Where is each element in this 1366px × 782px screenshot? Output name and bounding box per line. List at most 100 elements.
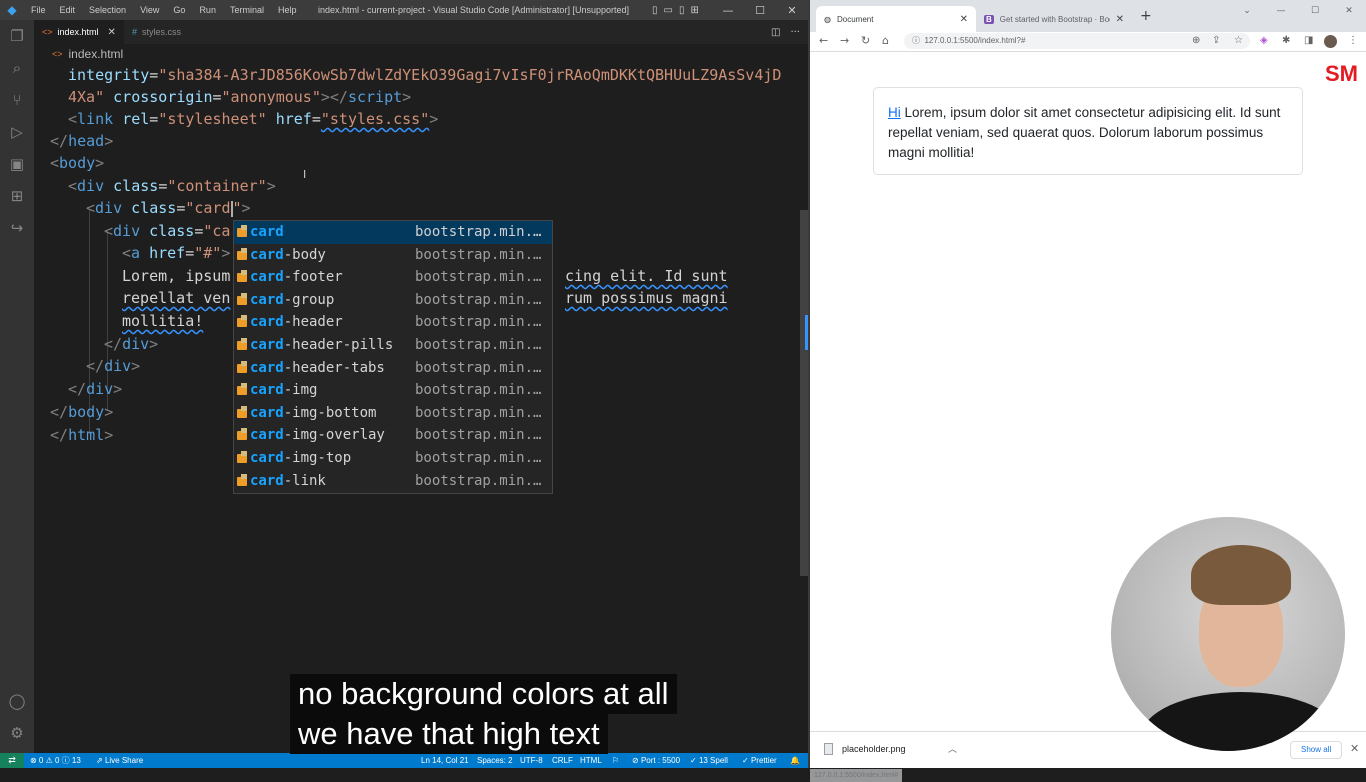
minimize-icon[interactable]: — (1264, 0, 1298, 22)
zoom-icon[interactable]: ⊕ (1192, 35, 1200, 46)
suggestion-rest: -footer (283, 269, 343, 286)
css-class-icon (237, 337, 247, 350)
suggestion-item[interactable]: card-img-overlay bootstrap.min.c... (234, 424, 552, 447)
globe-icon: ◍ (824, 14, 831, 24)
toggle-panel-icon[interactable]: ▭ (664, 5, 673, 16)
home-icon[interactable]: ⌂ (882, 34, 889, 47)
download-filename[interactable]: placeholder.png (842, 744, 906, 754)
suggestion-rest: -group (283, 291, 335, 308)
extension-icon[interactable]: ◈ (1260, 35, 1268, 46)
settings-gear-icon[interactable]: ⚙ (0, 717, 34, 749)
side-panel-icon[interactable]: ◨ (1304, 35, 1313, 46)
breadcrumb-file[interactable]: index.html (69, 47, 124, 61)
css-file-icon: # (131, 27, 137, 37)
suggestion-item[interactable]: card-img bootstrap.min.css (234, 379, 552, 402)
suggestion-label: card-img-top (250, 447, 351, 470)
close-window-icon[interactable]: ✕ (776, 0, 808, 20)
suggestion-item[interactable]: card bootstrap.min.css (234, 221, 552, 244)
scrollbar-thumb[interactable] (800, 210, 808, 576)
suggestion-item[interactable]: card-img-top bootstrap.min.css (234, 447, 552, 470)
share-icon[interactable]: ⇪ (1212, 35, 1220, 46)
extensions-icon[interactable]: ⊞ (0, 180, 34, 212)
live-server-status[interactable]: ⊘ Port : 5500 (632, 753, 680, 768)
search-icon[interactable]: ⌕ (0, 52, 34, 84)
explorer-icon[interactable]: ❐ (0, 20, 34, 52)
suggestion-item[interactable]: card-footer bootstrap.min.css (234, 266, 552, 289)
more-actions-icon[interactable]: ··· (790, 27, 800, 38)
split-editor-icon[interactable]: ◫ (771, 27, 780, 38)
customize-layout-icon[interactable]: ⊞ (690, 5, 698, 16)
tab-search-icon[interactable]: ⌄ (1230, 0, 1264, 22)
cursor-position[interactable]: Ln 14, Col 21 (421, 753, 469, 768)
suggestion-item[interactable]: card-header-tabs bootstrap.min.c... (234, 357, 552, 380)
extensions-puzzle-icon[interactable]: ✱ (1282, 35, 1290, 46)
close-window-icon[interactable]: ✕ (1332, 0, 1366, 22)
menu-terminal[interactable]: Terminal (223, 5, 271, 15)
menu-view[interactable]: View (133, 5, 166, 15)
menu-edit[interactable]: Edit (53, 5, 83, 15)
language-status[interactable]: HTML (580, 753, 602, 768)
suggestion-match: card (250, 314, 284, 331)
vscode-logo-icon[interactable]: ◆ (0, 0, 24, 20)
remote-explorer-icon[interactable]: ▣ (0, 148, 34, 180)
remote-indicator-icon[interactable]: ⇄ (0, 753, 24, 768)
suggestion-item[interactable]: card-group bootstrap.min.css (234, 289, 552, 312)
browser-tab-bootstrap[interactable]: B Get started with Bootstrap · Boo ✕ (976, 6, 1132, 32)
minimize-icon[interactable]: — (712, 0, 744, 20)
suggestion-item[interactable]: card-header-pills bootstrap.min... (234, 334, 552, 357)
encoding-status[interactable]: UTF-8 (520, 753, 543, 768)
chevron-up-icon[interactable]: ︿ (948, 742, 957, 755)
suggestion-rest: -img-overlay (283, 427, 385, 444)
reload-icon[interactable]: ↻ (861, 34, 870, 47)
live-share-status[interactable]: ⇗ Live Share (96, 753, 143, 768)
autocomplete-popup[interactable]: card bootstrap.min.css card-body bootstrap.… (233, 220, 553, 494)
eol-status[interactable]: CRLF (552, 753, 573, 768)
tab-styles-css[interactable]: # styles.css (124, 20, 189, 44)
indentation-status[interactable]: Spaces: 2 (477, 753, 513, 768)
suggestion-item[interactable]: card-body bootstrap.min.css (234, 244, 552, 267)
browser-menu-icon[interactable]: ⋮ (1348, 35, 1358, 46)
window-title: index.html - current-project - Visual St… (318, 5, 629, 15)
feedback-icon[interactable]: ⚐ (612, 753, 619, 768)
back-icon[interactable]: ← (819, 34, 828, 47)
menu-file[interactable]: File (24, 5, 53, 15)
problems-status[interactable]: ⊗ 0 ⚠ 0 ⓘ 13 (30, 753, 81, 768)
prettier-status[interactable]: ✓ Prettier (742, 753, 777, 768)
bookmark-star-icon[interactable]: ☆ (1234, 35, 1243, 46)
close-download-bar-icon[interactable]: ✕ (1350, 742, 1359, 755)
close-tab-icon[interactable]: ✕ (1116, 14, 1124, 25)
suggestion-item[interactable]: card-img-bottom bootstrap.min.css (234, 402, 552, 425)
browser-tab-document[interactable]: ◍ Document ✕ (816, 6, 976, 32)
close-tab-icon[interactable]: ✕ (960, 14, 968, 25)
toggle-secondary-sidebar-icon[interactable]: ▯ (679, 5, 685, 16)
toggle-sidebar-icon[interactable]: ▯ (652, 5, 658, 16)
suggestion-detail: bootstrap.min.css (415, 449, 548, 466)
menu-help[interactable]: Help (271, 5, 304, 15)
maximize-icon[interactable]: ☐ (744, 0, 776, 20)
menu-selection[interactable]: Selection (82, 5, 133, 15)
suggestion-match: card (250, 472, 284, 489)
new-tab-icon[interactable]: + (1140, 8, 1152, 24)
suggestion-label: card-group (250, 289, 334, 312)
profile-avatar[interactable] (1324, 35, 1337, 48)
live-share-icon[interactable]: ↪ (0, 212, 34, 244)
suggestion-rest: -img (283, 382, 318, 399)
spell-status[interactable]: ✓ 13 Spell (690, 753, 728, 768)
close-tab-icon[interactable]: ✕ (108, 27, 116, 38)
suggestion-match: card (250, 449, 284, 466)
tab-index-html[interactable]: <> index.html ✕ (34, 20, 124, 44)
notifications-bell-icon[interactable]: 🔔 (790, 753, 800, 768)
maximize-icon[interactable]: ☐ (1298, 0, 1332, 22)
menu-run[interactable]: Run (192, 5, 223, 15)
suggestion-item[interactable]: card-link bootstrap.min.css (234, 470, 552, 493)
card-text: Lorem, ipsum dolor sit amet consectetur … (888, 105, 1281, 160)
card-link[interactable]: Hi (888, 105, 901, 120)
code-line: <div class="container"> (68, 177, 276, 195)
suggestion-item[interactable]: card-header bootstrap.min.css (234, 311, 552, 334)
menu-go[interactable]: Go (166, 5, 192, 15)
source-control-icon[interactable]: ⑂ (0, 84, 34, 116)
run-debug-icon[interactable]: ▷ (0, 116, 34, 148)
accounts-icon[interactable]: ◯ (0, 685, 34, 717)
suggestion-detail: bootstrap.min.c... (415, 427, 548, 444)
forward-icon[interactable]: → (840, 34, 849, 47)
